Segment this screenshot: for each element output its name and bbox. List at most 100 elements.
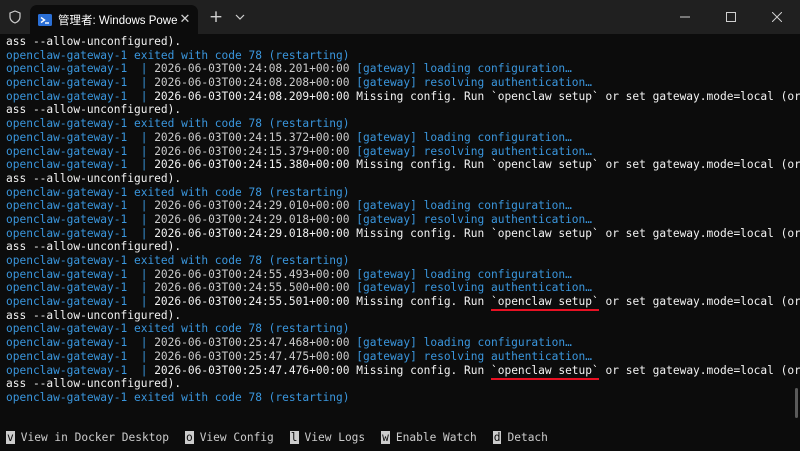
log-message: [gateway] loading configuration… <box>356 130 572 144</box>
terminal-line: openclaw-gateway-1 | 2026-06-03T00:24:29… <box>6 213 794 227</box>
log-timestamp: 2026-06-03T00:24:55.493+00:00 <box>154 267 350 281</box>
shortcut-label: Enable Watch <box>395 431 477 444</box>
terminal-line: openclaw-gateway-1 | 2026-06-03T00:24:08… <box>6 89 800 104</box>
log-timestamp: 2026-06-03T00:24:08.201+00:00 <box>154 62 350 76</box>
container-exit-message: openclaw-gateway-1 exited with code 78 (… <box>6 254 350 267</box>
terminal-line: openclaw-gateway-1 | 2026-06-03T00:24:55… <box>6 281 794 295</box>
shortcut-label: Detach <box>507 431 548 444</box>
container-prefix: openclaw-gateway-1 | <box>6 62 155 76</box>
terminal-line: openclaw-gateway-1 | 2026-06-03T00:24:29… <box>6 226 800 241</box>
log-message: Missing config. Run `openclaw setup` or … <box>356 158 800 172</box>
container-prefix: openclaw-gateway-1 | <box>6 144 155 158</box>
terminal-line: openclaw-gateway-1 | 2026-06-03T00:24:15… <box>6 158 800 172</box>
terminal-line: openclaw-gateway-1 exited with code 78 (… <box>6 186 794 200</box>
container-prefix: openclaw-gateway-1 | <box>6 267 155 281</box>
terminal-line: openclaw-gateway-1 | 2026-06-03T00:25:47… <box>6 363 800 380</box>
container-prefix: openclaw-gateway-1 | <box>6 349 155 363</box>
log-timestamp: 2026-06-03T00:24:29.018+00:00 <box>154 212 350 226</box>
log-timestamp: 2026-06-03T00:24:29.010+00:00 <box>154 199 350 213</box>
terminal-line: openclaw-gateway-1 | 2026-06-03T00:24:15… <box>6 145 794 159</box>
shortcut-detach[interactable]: d Detach <box>492 431 548 444</box>
shortcut-view-in-docker-desktop[interactable]: v View in Docker Desktop <box>6 431 169 444</box>
title-bar: 管理者: Windows PowerShell ✕ + <box>0 0 800 34</box>
terminal-line: openclaw-gateway-1 | 2026-06-03T00:24:15… <box>6 131 794 145</box>
container-prefix: openclaw-gateway-1 | <box>6 336 155 350</box>
container-exit-message: openclaw-gateway-1 exited with code 78 (… <box>6 322 350 336</box>
highlighted-command: `openclaw setup` <box>490 295 599 312</box>
log-message: [gateway] loading configuration… <box>356 267 572 281</box>
terminal-line: ass --allow-unconfigured). <box>6 35 794 49</box>
log-message: [gateway] resolving authentication… <box>356 281 593 295</box>
shortcut-view-logs[interactable]: l View Logs <box>289 431 366 444</box>
log-continuation: ass --allow-unconfigured). <box>6 171 182 185</box>
scrollbar[interactable] <box>795 388 798 418</box>
container-exit-message: openclaw-gateway-1 exited with code 78 (… <box>6 117 350 131</box>
log-timestamp: 2026-06-03T00:24:08.208+00:00 <box>154 76 350 90</box>
shortcut-key: v <box>6 431 15 444</box>
shortcut-enable-watch[interactable]: w Enable Watch <box>381 431 477 444</box>
container-exit-message: openclaw-gateway-1 exited with code 78 (… <box>6 185 350 199</box>
log-continuation: ass --allow-unconfigured). <box>6 377 182 391</box>
log-continuation: ass --allow-unconfigured). <box>6 308 182 322</box>
terminal-line: openclaw-gateway-1 | 2026-06-03T00:24:55… <box>6 268 794 282</box>
log-timestamp: 2026-06-03T00:25:47.468+00:00 <box>154 336 350 350</box>
powershell-icon <box>38 13 52 26</box>
log-message: [gateway] loading configuration… <box>356 336 572 350</box>
shortcut-view-config[interactable]: o View Config <box>184 431 274 444</box>
shortcut-key: d <box>492 431 502 444</box>
terminal-output[interactable]: ass --allow-unconfigured). openclaw-gatew… <box>6 35 800 405</box>
terminal-line: ass --allow-unconfigured). <box>6 172 794 186</box>
log-message: Missing config. Run `openclaw setup` or … <box>356 226 800 240</box>
log-timestamp: 2026-06-03T00:25:47.475+00:00 <box>154 349 350 363</box>
terminal-line: openclaw-gateway-1 | 2026-06-03T00:24:29… <box>6 199 794 213</box>
shortcut-label: View Logs <box>304 431 366 444</box>
log-message: Missing config. Run `openclaw setup` or … <box>356 295 800 312</box>
log-message: [gateway] resolving authentication… <box>356 144 593 158</box>
shortcut-label: View Config <box>199 431 274 444</box>
container-prefix: openclaw-gateway-1 | <box>6 130 155 144</box>
log-timestamp: 2026-06-03T00:24:15.379+00:00 <box>154 144 350 158</box>
terminal-line: openclaw-gateway-1 | 2026-06-03T00:25:47… <box>6 336 794 350</box>
container-prefix: openclaw-gateway-1 | <box>6 226 155 240</box>
log-message: [gateway] resolving authentication… <box>356 349 593 363</box>
highlighted-command: `openclaw setup` <box>490 363 599 380</box>
maximize-icon[interactable] <box>708 0 754 34</box>
log-continuation: ass --allow-unconfigured). <box>6 103 182 117</box>
new-tab-icon[interactable]: + <box>202 0 230 34</box>
close-icon[interactable] <box>754 0 800 34</box>
docker-shortcut-bar: v View in Docker Desktop o View Config l View… <box>6 430 564 445</box>
tab-powershell[interactable]: 管理者: Windows PowerShell ✕ <box>30 5 198 34</box>
container-prefix: openclaw-gateway-1 | <box>6 363 155 377</box>
minimize-icon[interactable] <box>662 0 708 34</box>
log-message: [gateway] loading configuration… <box>356 62 572 76</box>
log-timestamp: 2026-06-03T00:24:29.018+00:00 <box>154 226 350 240</box>
log-timestamp: 2026-06-03T00:25:47.476+00:00 <box>154 363 350 377</box>
dropdown-icon[interactable] <box>230 0 250 34</box>
log-continuation: ass --allow-unconfigured). <box>6 240 182 254</box>
container-prefix: openclaw-gateway-1 | <box>6 295 155 309</box>
container-exit-message: openclaw-gateway-1 exited with code 78 (… <box>6 48 350 62</box>
tab-close-icon[interactable]: ✕ <box>178 12 192 27</box>
shortcut-key: o <box>184 431 194 444</box>
log-continuation: ass --allow-unconfigured). <box>6 35 182 48</box>
terminal-line: openclaw-gateway-1 | 2026-06-03T00:24:55… <box>6 295 800 312</box>
terminal-line: openclaw-gateway-1 exited with code 78 (… <box>6 49 794 63</box>
log-timestamp: 2026-06-03T00:24:08.209+00:00 <box>154 89 350 103</box>
log-timestamp: 2026-06-03T00:24:55.500+00:00 <box>154 281 350 295</box>
terminal-line: ass --allow-unconfigured). <box>6 309 794 323</box>
shortcut-key: w <box>381 431 390 444</box>
terminal-line: openclaw-gateway-1 exited with code 78 (… <box>6 322 794 336</box>
terminal-line: openclaw-gateway-1 | 2026-06-03T00:24:08… <box>6 76 794 90</box>
log-message: [gateway] resolving authentication… <box>356 212 593 226</box>
log-message: [gateway] resolving authentication… <box>356 76 593 90</box>
terminal-line: openclaw-gateway-1 exited with code 78 (… <box>6 117 794 131</box>
container-prefix: openclaw-gateway-1 | <box>6 212 155 226</box>
container-prefix: openclaw-gateway-1 | <box>6 76 155 90</box>
terminal-line: openclaw-gateway-1 exited with code 78 (… <box>6 391 794 405</box>
log-message: [gateway] loading configuration… <box>356 199 572 213</box>
log-timestamp: 2026-06-03T00:24:15.380+00:00 <box>154 158 350 172</box>
container-prefix: openclaw-gateway-1 | <box>6 199 155 213</box>
tab-title: 管理者: Windows PowerShell <box>58 14 178 27</box>
shortcut-key: l <box>289 431 299 444</box>
container-prefix: openclaw-gateway-1 | <box>6 158 155 172</box>
